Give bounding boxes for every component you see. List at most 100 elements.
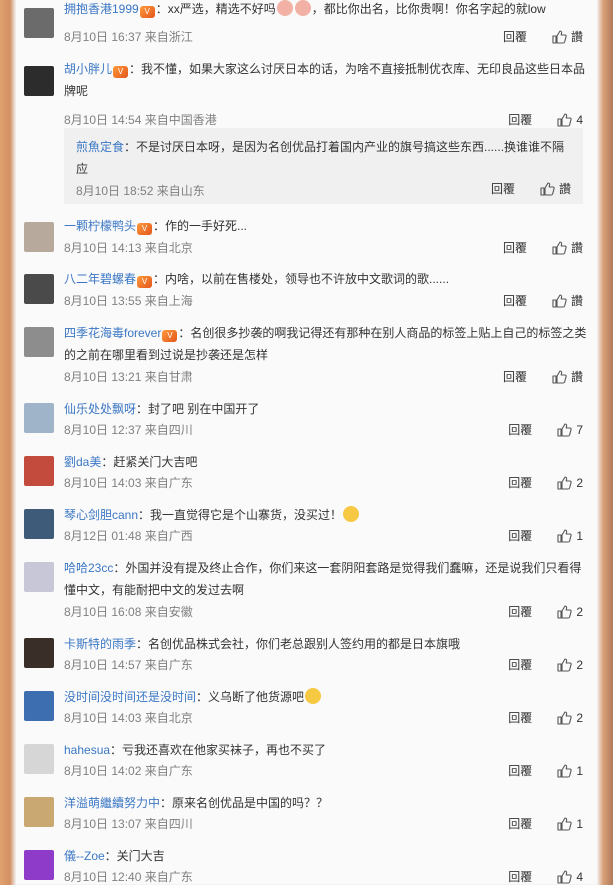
username-link[interactable]: 劉da美 (64, 455, 101, 469)
like-button[interactable]: 2 (556, 604, 583, 620)
comment-body: 一颗柠檬鸭头 V ：作的一手好死... (64, 215, 587, 237)
reply-button[interactable]: 回覆 (508, 816, 532, 832)
like-button[interactable]: 4 (556, 869, 583, 885)
comment-location: 来自广东 (144, 658, 193, 672)
like-button[interactable]: 7 (556, 422, 583, 438)
username-link[interactable]: 一颗柠檬鸭头 (64, 219, 136, 233)
nested-reply-body: 煎魚定食：不是讨厌日本呀，是因为名创优品打着国内产业的旗号搞这些东西......… (76, 136, 566, 180)
comment-date: 8月10日 12:37 (64, 423, 142, 437)
reply-button[interactable]: 回覆 (503, 293, 527, 309)
reply-button[interactable]: 回覆 (508, 869, 532, 885)
like-button[interactable]: 1 (556, 528, 583, 544)
like-button[interactable]: 讚 (551, 293, 583, 309)
comment-location: 来自上海 (144, 294, 193, 308)
avatar[interactable] (24, 8, 54, 38)
username-link[interactable]: 仙乐处处飘呀 (64, 402, 136, 416)
comment-actions: 回覆 1 (508, 528, 583, 544)
comment-text: ：名创优品株式会社，你们老总跟别人签约用的都是日本旗哦 (136, 637, 461, 651)
like-count: 1 (576, 817, 583, 831)
reply-button[interactable]: 回覆 (508, 604, 532, 620)
reply-button[interactable]: 回覆 (508, 528, 532, 544)
thumbs-up-icon (557, 423, 573, 437)
reply-button[interactable]: 回覆 (503, 29, 527, 45)
avatar[interactable] (24, 691, 54, 721)
like-count: 1 (576, 764, 583, 778)
avatar[interactable] (24, 562, 54, 592)
avatar[interactable] (24, 744, 54, 774)
avatar[interactable] (24, 222, 54, 252)
comment-body: 没时间没时间还是没时间：义乌断了他货源吧 (64, 686, 587, 708)
nested-reply: 煎魚定食：不是讨厌日本呀，是因为名创优品打着国内产业的旗号搞这些东西......… (64, 128, 583, 204)
reply-button[interactable]: 回覆 (503, 240, 527, 256)
thumbs-up-icon (557, 764, 573, 778)
like-button[interactable]: 4 (556, 112, 583, 128)
comment-body: hahesua：亏我还喜欢在他家买袜子，再也不买了 (64, 739, 587, 761)
comment-date: 8月10日 14:02 (64, 764, 142, 778)
comment-body: 琴心剑胆cann：我一直觉得它是个山寨货，没买过！ (64, 504, 587, 526)
comment-location: 来自四川 (144, 817, 193, 831)
username-link[interactable]: 八二年碧螺春 (64, 272, 136, 286)
avatar[interactable] (24, 850, 54, 880)
vip-badge-icon: V (137, 276, 153, 288)
comment-meta: 8月10日 13:07 来自四川 (64, 816, 193, 832)
comment-date: 8月10日 18:52 (76, 184, 154, 198)
username-link[interactable]: 没时间没时间还是没时间 (64, 690, 196, 704)
username-link[interactable]: 儀--Zoe (64, 849, 105, 863)
avatar[interactable] (24, 274, 54, 304)
like-button[interactable]: 2 (556, 475, 583, 491)
like-button[interactable]: 1 (556, 763, 583, 779)
comment-location: 来自甘肃 (144, 370, 193, 384)
comment-text: ：内啥，以前在售楼处，领导也不许放中文歌词的歌...... (153, 272, 450, 286)
reply-button[interactable]: 回覆 (508, 710, 532, 726)
reply-button[interactable]: 回覆 (508, 112, 532, 128)
comment-meta: 8月10日 13:55 来自上海 (64, 293, 193, 309)
reply-button[interactable]: 回覆 (508, 763, 532, 779)
comment-text-continued: ，都比你出名，比你贵啊！你名字起的就low (311, 2, 546, 16)
comment-date: 8月10日 16:37 (64, 30, 142, 44)
comment-meta: 8月10日 12:37 来自四川 (64, 422, 193, 438)
like-button[interactable]: 2 (556, 657, 583, 673)
avatar[interactable] (24, 456, 54, 486)
avatar[interactable] (24, 638, 54, 668)
reply-button[interactable]: 回覆 (508, 657, 532, 673)
comment-location: 来自山东 (156, 184, 205, 198)
like-button[interactable]: 讚 (551, 240, 583, 256)
reply-button[interactable]: 回覆 (508, 422, 532, 438)
reply-button[interactable]: 回覆 (503, 369, 527, 385)
username-link[interactable]: 洋溢萌繼續努力中 (64, 796, 160, 810)
like-button[interactable]: 1 (556, 816, 583, 832)
avatar[interactable] (24, 403, 54, 433)
avatar[interactable] (24, 797, 54, 827)
comment-date: 8月10日 14:03 (64, 711, 142, 725)
avatar[interactable] (24, 327, 54, 357)
comment-date: 8月10日 12:40 (64, 870, 142, 884)
comment-actions: 回覆 1 (508, 816, 583, 832)
avatar[interactable] (24, 509, 54, 539)
comment-meta: 8月10日 13:21 来自甘肃 (64, 369, 193, 385)
comment-actions: 回覆 1 (508, 763, 583, 779)
like-button[interactable]: 讚 (551, 369, 583, 385)
username-link[interactable]: 拥抱香港1999 (64, 2, 139, 16)
thumbs-up-icon (552, 30, 567, 44)
comment-text: ：我不懂，如果大家这么讨厌日本的话，为啥不直接抵制优衣库、无印良品这些日本品牌呢 (64, 62, 586, 98)
username-link[interactable]: 胡小胖儿 (64, 62, 112, 76)
reply-button[interactable]: 回覆 (508, 475, 532, 491)
username-link[interactable]: hahesua (64, 743, 110, 757)
reply-button[interactable]: 回覆 (491, 180, 515, 197)
username-link[interactable]: 哈哈23cc (64, 561, 113, 575)
vip-badge-icon: V (139, 6, 155, 18)
comment-meta: 8月10日 14:57 来自广东 (64, 657, 193, 673)
like-button[interactable]: 2 (556, 710, 583, 726)
vip-badge-icon: V (113, 66, 129, 78)
thumbs-up-icon (557, 658, 573, 672)
username-link[interactable]: 煎魚定食 (76, 140, 124, 154)
vip-badge-icon: V (162, 330, 178, 342)
comment-date: 8月10日 16:08 (64, 605, 142, 619)
comment-actions: 回覆 2 (508, 604, 583, 620)
username-link[interactable]: 卡斯特的雨季 (64, 637, 136, 651)
like-button[interactable]: 讚 (551, 29, 583, 45)
username-link[interactable]: 四季花海毒forever (64, 326, 161, 340)
like-button[interactable]: 讚 (539, 180, 571, 197)
avatar[interactable] (24, 66, 54, 96)
username-link[interactable]: 琴心剑胆cann (64, 508, 138, 522)
